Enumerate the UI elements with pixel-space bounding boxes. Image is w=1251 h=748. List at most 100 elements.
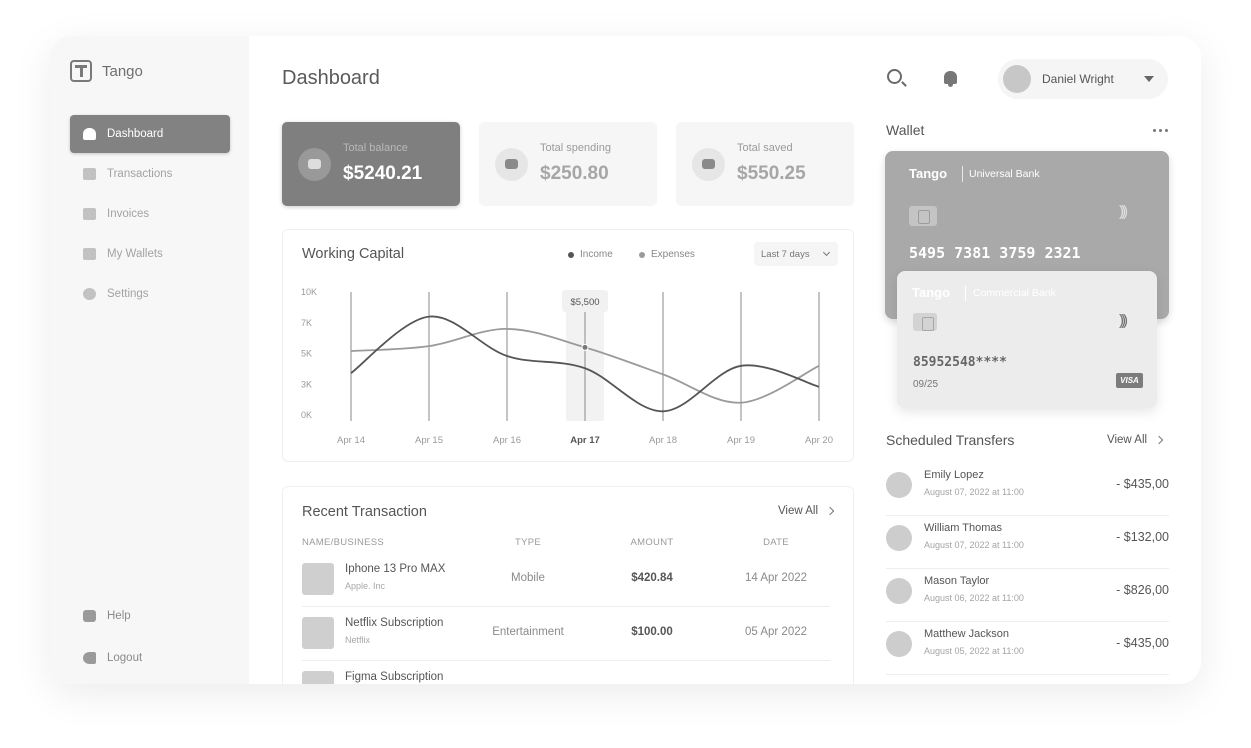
transaction-name: Netflix Subscription bbox=[345, 617, 444, 629]
y-tick-label: 3K bbox=[301, 379, 312, 389]
list-item[interactable]: Mason Taylor August 06, 2022 at 11:00 - … bbox=[886, 569, 1169, 622]
x-tick-label: Apr 19 bbox=[727, 435, 755, 446]
column-header: DATE bbox=[763, 537, 789, 548]
user-menu[interactable]: Daniel Wright bbox=[998, 59, 1168, 99]
list-item[interactable]: Emily Lopez August 07, 2022 at 11:00 - $… bbox=[886, 463, 1169, 516]
transaction-date: 05 Apr 2022 bbox=[744, 626, 808, 638]
product-thumbnail bbox=[302, 563, 334, 595]
table-row[interactable]: Figma Subscription bbox=[302, 661, 830, 684]
avatar bbox=[886, 578, 912, 604]
list-item[interactable]: Matthew Jackson August 05, 2022 at 11:00… bbox=[886, 622, 1169, 675]
chevron-right-icon bbox=[825, 506, 835, 516]
search-icon[interactable] bbox=[887, 69, 902, 84]
transfer-amount: - $132,00 bbox=[1116, 530, 1169, 544]
stat-label: Total saved bbox=[737, 142, 793, 154]
view-all-transactions-link[interactable]: View All bbox=[777, 505, 835, 517]
sidebar-item-help[interactable]: Help bbox=[70, 596, 230, 636]
visa-logo: VISA bbox=[1116, 373, 1143, 388]
wallet-icon bbox=[83, 248, 96, 260]
logout-icon bbox=[83, 652, 96, 664]
recent-transactions-title: Recent Transaction bbox=[302, 504, 427, 520]
transaction-business: Apple. Inc bbox=[345, 581, 386, 591]
stat-card-total-balance[interactable]: Total balance $5240.21 bbox=[282, 122, 460, 206]
view-all-label: View All bbox=[777, 505, 818, 517]
sidebar: Tango Dashboard Transactions Invoices My… bbox=[50, 36, 249, 684]
avatar bbox=[886, 472, 912, 498]
chevron-right-icon bbox=[1154, 435, 1164, 445]
stat-card-total-spending[interactable]: Total spending $250.80 bbox=[479, 122, 657, 206]
sidebar-item-label: Invoices bbox=[107, 208, 150, 220]
transfer-date: August 06, 2022 at 11:00 bbox=[924, 593, 1024, 603]
sidebar-item-label: Dashboard bbox=[107, 128, 164, 140]
card-number: 85952548**** bbox=[913, 355, 1007, 370]
card-chip-icon bbox=[909, 206, 937, 226]
column-header: TYPE bbox=[514, 537, 541, 548]
stat-card-total-saved[interactable]: Total saved $550.25 bbox=[676, 122, 854, 206]
transfer-name: William Thomas bbox=[924, 522, 1003, 534]
help-icon bbox=[83, 610, 96, 622]
sidebar-item-transactions[interactable]: Transactions bbox=[70, 155, 230, 193]
transfer-date: August 07, 2022 at 11:00 bbox=[924, 540, 1024, 550]
sidebar-item-my-wallets[interactable]: My Wallets bbox=[70, 235, 230, 273]
working-capital-chart: 10K 7K 5K 3K 0K Apr 14 Apr 15 Apr 16 Apr 17 Apr 1… bbox=[301, 287, 833, 446]
y-tick-label: 7K bbox=[301, 318, 312, 328]
y-tick-label: 0K bbox=[301, 410, 312, 420]
transfer-date: August 05, 2022 at 11:00 bbox=[924, 646, 1024, 656]
transfer-name: Mason Taylor bbox=[924, 575, 990, 587]
stat-value: $550.25 bbox=[737, 163, 806, 184]
transfer-amount: - $826,00 bbox=[1116, 583, 1169, 597]
avatar bbox=[886, 525, 912, 551]
avatar bbox=[886, 631, 912, 657]
transaction-name: Iphone 13 Pro MAX bbox=[345, 563, 446, 575]
table-row[interactable]: Iphone 13 Pro MAX Apple. Inc Mobile $420… bbox=[302, 553, 830, 607]
transfer-name: Matthew Jackson bbox=[924, 628, 1009, 640]
sidebar-item-invoices[interactable]: Invoices bbox=[70, 195, 230, 233]
transaction-amount: $420.84 bbox=[631, 572, 673, 584]
bell-icon[interactable] bbox=[944, 71, 957, 87]
view-all-label: View All bbox=[1107, 434, 1148, 446]
more-options-icon[interactable] bbox=[1153, 129, 1168, 132]
x-tick-label: Apr 16 bbox=[493, 435, 521, 446]
stat-value: $5240.21 bbox=[343, 163, 423, 184]
transaction-date: 14 Apr 2022 bbox=[744, 572, 808, 584]
transaction-name: Figma Subscription bbox=[345, 671, 444, 683]
sidebar-item-label: Transactions bbox=[107, 168, 173, 180]
product-thumbnail bbox=[302, 671, 334, 684]
wallet-icon bbox=[495, 148, 528, 181]
transfer-date: August 07, 2022 at 11:00 bbox=[924, 487, 1024, 497]
transfer-amount: - $435,00 bbox=[1116, 636, 1169, 650]
transfer-amount: - $435,00 bbox=[1116, 477, 1169, 491]
contactless-icon: ))) bbox=[1119, 312, 1128, 329]
wallet-title: Wallet bbox=[886, 122, 925, 138]
sidebar-item-settings[interactable]: Settings bbox=[70, 275, 230, 313]
card-bank-name: Universal Bank bbox=[969, 168, 1040, 180]
logo[interactable]: Tango bbox=[70, 60, 143, 82]
recent-transactions-panel: Recent Transaction View All NAME/BUSINES… bbox=[282, 486, 854, 684]
sidebar-item-logout[interactable]: Logout bbox=[70, 638, 230, 678]
user-name: Daniel Wright bbox=[1042, 72, 1114, 86]
bank-card-commercial[interactable]: Tango Commercial Bank ))) 85952548**** 0… bbox=[897, 271, 1157, 408]
transaction-business: Netflix bbox=[345, 635, 371, 645]
card-brand: Tango bbox=[912, 285, 951, 300]
table-row[interactable]: Netflix Subscription Netflix Entertainme… bbox=[302, 607, 830, 661]
invoice-icon bbox=[83, 208, 96, 220]
wallet-icon bbox=[298, 148, 331, 181]
view-all-transfers-link[interactable]: View All bbox=[1107, 434, 1164, 446]
main-content: Dashboard Daniel Wright Total balance $5… bbox=[249, 36, 1201, 684]
gear-icon bbox=[83, 288, 96, 300]
savings-icon bbox=[692, 148, 725, 181]
sidebar-item-label: Settings bbox=[107, 288, 149, 300]
card-number: 5495 7381 3759 2321 bbox=[909, 244, 1081, 262]
x-tick-label: Apr 18 bbox=[649, 435, 677, 446]
sidebar-bottom: Help Logout bbox=[70, 596, 230, 680]
tooltip-label: $5,500 bbox=[570, 297, 599, 308]
transaction-amount: $100.00 bbox=[631, 626, 673, 638]
x-tick-label: Apr 15 bbox=[415, 435, 443, 446]
chart-icon bbox=[83, 168, 96, 180]
card-brand: Tango bbox=[909, 166, 948, 181]
list-item[interactable]: William Thomas August 07, 2022 at 11:00 … bbox=[886, 516, 1169, 569]
scheduled-transfers-title: Scheduled Transfers bbox=[886, 432, 1015, 448]
highlight-point bbox=[581, 343, 589, 351]
transfer-name: Emily Lopez bbox=[924, 469, 984, 481]
sidebar-item-dashboard[interactable]: Dashboard bbox=[70, 115, 230, 153]
